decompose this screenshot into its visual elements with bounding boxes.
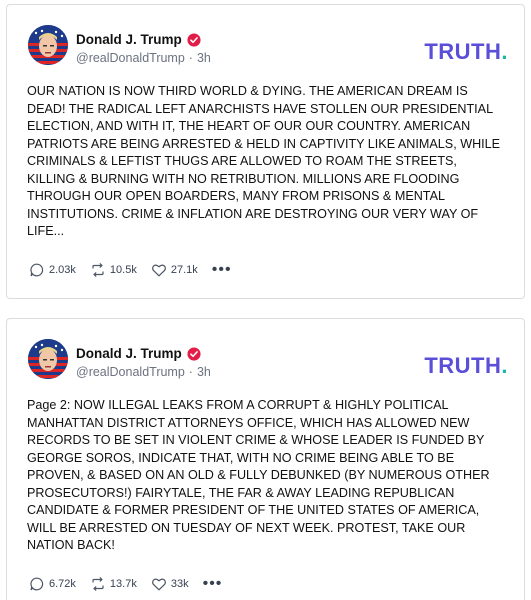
logo-text: TRUTH [424,353,502,378]
logo-dot: . [501,353,508,378]
separator-dot: · [188,365,193,379]
avatar[interactable] [28,339,68,379]
separator-dot: · [188,51,193,65]
logo-dot: . [501,39,508,64]
author-row: Donald J. Trump [76,346,201,361]
like-button[interactable]: 27.1k [151,262,198,278]
retruth-icon [92,263,104,277]
reply-button[interactable]: 6.72k [29,576,76,592]
like-count: 27.1k [170,264,198,276]
retruth-button[interactable]: 10.5k [90,262,137,278]
author-name[interactable]: Donald J. Trump [76,346,182,361]
avatar-image [28,25,68,65]
retruth-icon [92,577,104,591]
retruth-count: 10.5k [109,264,137,276]
truth-logo: TRUTH. [424,39,508,65]
avatar-image [28,339,68,379]
post-body: Page 2: NOW ILLEGAL LEAKS FROM A CORRUPT… [27,398,490,552]
heart-icon [151,264,166,277]
verified-badge-icon [187,346,201,361]
reply-icon [30,263,44,277]
retruth-button[interactable]: 13.7k [90,576,137,592]
reply-icon [30,577,44,591]
verified-badge-icon [187,32,201,47]
action-bar: 2.03k 10.5k 27.1k ••• [29,262,232,278]
like-count: 33k [170,578,189,590]
logo-text: TRUTH [424,39,502,64]
more-options-icon[interactable]: ••• [212,262,232,278]
post-time[interactable]: 3h [197,51,211,65]
retruth-count: 13.7k [109,578,137,590]
reply-count: 6.72k [49,578,76,590]
reply-count: 2.03k [49,264,76,276]
like-button[interactable]: 33k [151,576,189,592]
reply-button[interactable]: 2.03k [29,262,76,278]
post-card[interactable]: Donald J. Trump @realDonaldTrump · 3h TR… [6,4,525,299]
handle-row: @realDonaldTrump · 3h [76,365,211,379]
handle-row: @realDonaldTrump · 3h [76,51,211,65]
action-bar: 6.72k 13.7k 33k ••• [29,576,222,592]
post-card[interactable]: Donald J. Trump @realDonaldTrump · 3h TR… [6,318,525,600]
more-options-icon[interactable]: ••• [203,576,223,592]
post-body: OUR NATION IS NOW THIRD WORLD & DYING. T… [27,84,501,238]
avatar[interactable] [28,25,68,65]
author-handle[interactable]: @realDonaldTrump [76,365,185,379]
author-name[interactable]: Donald J. Trump [76,32,182,47]
author-row: Donald J. Trump [76,32,201,47]
truth-logo: TRUTH. [424,353,508,379]
author-handle[interactable]: @realDonaldTrump [76,51,185,65]
post-time[interactable]: 3h [197,365,211,379]
heart-icon [151,578,166,591]
